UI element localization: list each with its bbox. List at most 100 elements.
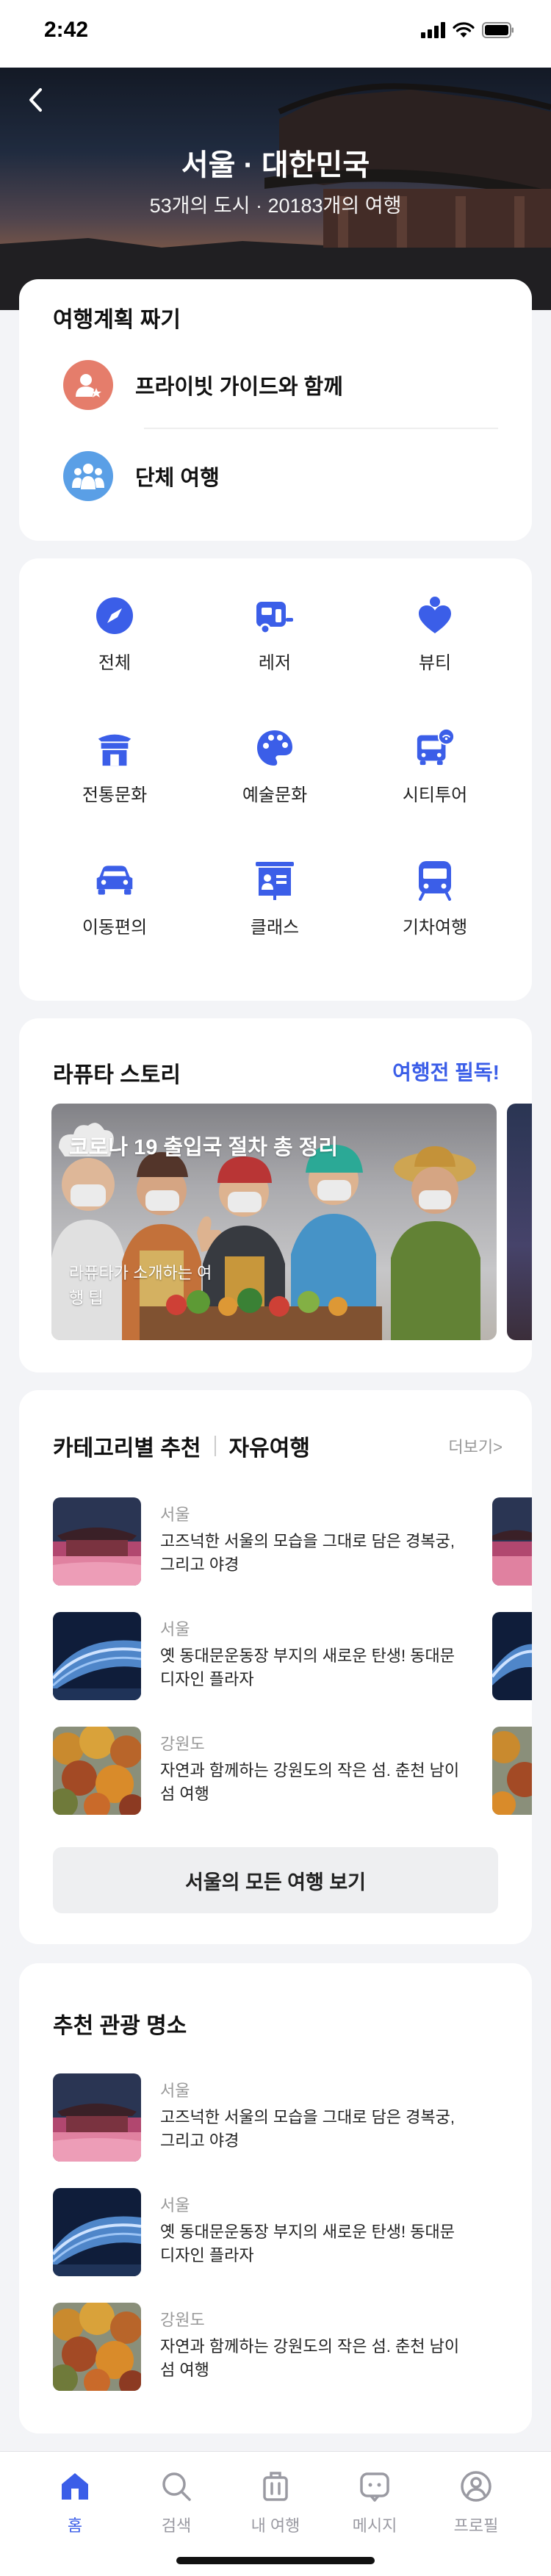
category-label: 뷰티 [418,653,452,673]
list-item[interactable]: 강원도 자연과 함께하는 강원도의 작은 섬. 춘천 남이섬 여행 [53,1727,464,1815]
car-icon [94,860,135,901]
group-tour-option[interactable]: 단체 여행 [63,451,220,501]
category-class[interactable]: 클래스 [209,860,341,938]
recommend-header: 카테고리별 추천 자유여행 [53,1430,310,1462]
tab-profile[interactable]: 프로필 [439,2469,513,2536]
list-item[interactable]: 서울 고즈넉한 서울의 모습을 그대로 담은 경복궁, 그리고 야경 [53,2073,464,2162]
thumbnail-ddp-night [53,1612,141,1700]
category-label: 레저 [258,653,292,673]
item-description: 자연과 함께하는 강원도의 작은 섬. 춘천 남이섬 여행 [160,1761,460,1803]
item-region: 서울 [160,1620,190,1638]
chevron-left-icon[interactable] [22,85,51,115]
tab-label: 홈 [67,2516,83,2535]
list-item[interactable]: 서울 고즈넉한 서울의 모습을 그대로 담은 경복궁, 그리고 야경 [53,1497,464,1586]
group-tour-label: 단체 여행 [135,467,220,490]
story-banner-next-peek[interactable] [507,1104,532,1340]
divider [214,1436,216,1456]
palette-icon [254,727,295,769]
attractions-card: 추천 관광 명소 서울 고즈넉한 서울의 모습을 그대로 담은 경복궁, 그리고… [19,1963,532,2433]
tab-label: 검색 [161,2516,192,2535]
group-icon [63,451,113,501]
more-link[interactable]: 더보기> [448,1434,503,1458]
item-region: 서울 [160,1505,190,1524]
category-label: 전체 [98,653,132,673]
item-description: 자연과 함께하는 강원도의 작은 섬. 춘천 남이섬 여행 [160,2337,460,2379]
thumbnail-peek[interactable] [492,1727,532,1815]
item-description: 옛 동대문운동장 부지의 새로운 탄생! 동대문 디자인 플라자 [160,1647,455,1688]
status-time: 2:42 [44,18,89,42]
compass-icon [94,595,135,636]
story-title: 라퓨타 스토리 [53,1063,181,1087]
tab-search[interactable]: 검색 [140,2469,213,2536]
category-label: 기차여행 [402,918,468,938]
trip-plan-card: 여행계획 짜기 프라이빗 가이드와 함께 단체 여행 [19,279,532,541]
home-indicator [176,2557,375,2564]
list-item[interactable]: 서울 옛 동대문운동장 부지의 새로운 탄생! 동대문 디자인 플라자 [53,2188,464,2276]
thumbnail-palace-night [53,2073,141,2162]
private-guide-label: 프라이빗 가이드와 함께 [135,375,343,399]
item-region: 강원도 [160,2311,205,2329]
status-icons [421,22,514,38]
tab-label: 프로필 [453,2516,499,2535]
search-icon [162,2472,191,2501]
home-icon [62,2473,88,2500]
list-item[interactable]: 강원도 자연과 함께하는 강원도의 작은 섬. 춘천 남이섬 여행 [53,2303,464,2391]
item-region: 강원도 [160,1735,205,1753]
story-banner[interactable]: 코로나 19 출입국 절차 총 정리 라퓨타가 소개하는 여행 팁 [51,1104,497,1340]
recommend-title: 카테고리별 추천 [53,1436,201,1461]
category-recommend-card: 카테고리별 추천 자유여행 더보기> 서울 고즈넉한 서울의 모습을 그대로 담… [19,1390,532,1944]
category-label: 이동편의 [82,918,148,938]
tab-label: 메시지 [352,2516,397,2535]
hero-banner: 서울 · 대한민국 53개의 도시 · 20183개의 여행 [0,68,551,310]
train-icon [414,860,455,901]
tab-home[interactable]: 홈 [38,2469,112,2536]
suitcase-icon [263,2472,288,2501]
city-title: 서울 · 대한민국 [181,149,370,181]
view-all-trips-button[interactable]: 서울의 모든 여행 보기 [53,1847,498,1913]
category-train[interactable]: 기차여행 [369,860,501,938]
category-art[interactable]: 예술문화 [209,727,341,806]
class-board-icon [254,860,295,901]
tab-messages[interactable]: 메시지 [338,2469,411,2536]
category-city-tour[interactable]: 시티투어 [369,727,501,806]
category-label: 전통문화 [82,785,148,805]
item-description: 고즈넉한 서울의 모습을 그대로 담은 경복궁, 그리고 야경 [160,2108,455,2150]
private-guide-icon [63,360,113,410]
divider [144,428,498,429]
category-label: 시티투어 [402,785,468,805]
tab-free-travel[interactable]: 자유여행 [229,1430,310,1462]
tab-my-trips[interactable]: 내 여행 [239,2469,312,2536]
thumbnail-peek[interactable] [492,1497,532,1586]
city-bus-icon [414,727,455,769]
thumbnail-nami-autumn [53,2303,141,2391]
camper-icon [254,595,295,636]
private-guide-option[interactable]: 프라이빗 가이드와 함께 [63,360,343,410]
list-item[interactable]: 서울 옛 동대문운동장 부지의 새로운 탄생! 동대문 디자인 플라자 [53,1612,464,1700]
category-beauty[interactable]: 뷰티 [369,595,501,674]
item-region: 서울 [160,2196,190,2215]
tab-label: 내 여행 [251,2516,300,2535]
story-banner-subtitle: 라퓨타가 소개하는 여행 팁 [69,1264,212,1307]
signal-icon [421,22,445,38]
category-leisure[interactable]: 레저 [209,595,341,674]
wifi-icon [453,22,475,37]
thumbnail-nami-autumn [53,1727,141,1815]
thumbnail-ddp-night [53,2188,141,2276]
item-description: 옛 동대문운동장 부지의 새로운 탄생! 동대문 디자인 플라자 [160,2223,455,2264]
category-label: 클래스 [250,918,300,938]
beauty-icon [414,595,455,636]
category-all[interactable]: 전체 [48,595,181,674]
story-must-read-link[interactable]: 여행전 필독! [392,1057,500,1086]
story-banner-title: 코로나 19 출입국 절차 총 정리 [69,1136,339,1159]
temple-icon [94,727,135,769]
story-card: 라퓨타 스토리 여행전 필독! 코로나 19 출입국 절차 총 정리 라퓨타가 … [19,1018,532,1372]
city-stats: 53개의 도시 · 20183개의 여행 [149,195,402,217]
battery-icon [482,22,514,38]
item-description: 고즈넉한 서울의 모습을 그대로 담은 경복궁, 그리고 야경 [160,1532,455,1574]
thumbnail-palace-night [53,1497,141,1586]
attractions-title: 추천 관광 명소 [53,2014,187,2038]
thumbnail-peek[interactable] [492,1612,532,1700]
item-region: 서울 [160,2082,190,2100]
category-transport[interactable]: 이동편의 [48,860,181,938]
category-traditional[interactable]: 전통문화 [48,727,181,806]
